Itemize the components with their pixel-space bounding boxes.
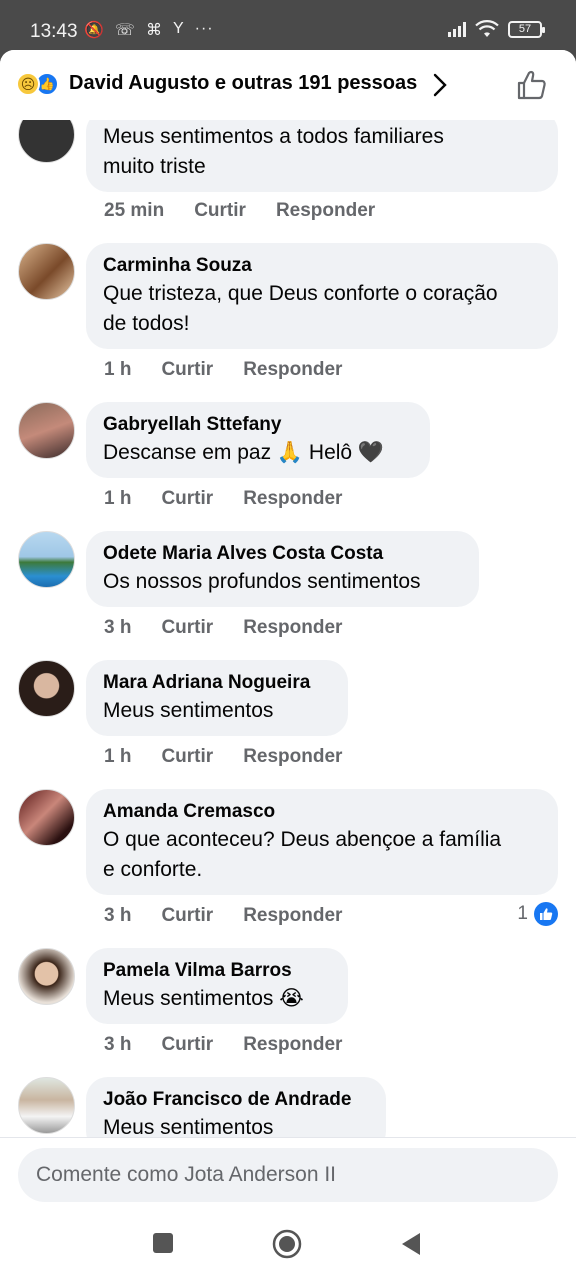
clock: 13:43 bbox=[30, 21, 78, 42]
home-icon[interactable] bbox=[272, 1229, 302, 1259]
commenter-name[interactable]: João Francisco de Andrade bbox=[103, 1087, 368, 1113]
comment-text: Descanse em paz 🙏 Helô 🖤 bbox=[103, 441, 385, 464]
like-count-number: 1 bbox=[517, 903, 528, 924]
comment-time: 1 h bbox=[104, 488, 132, 509]
reactions-summary[interactable]: David Augusto e outras 191 pessoas bbox=[69, 72, 417, 95]
comment-bubble[interactable]: Carminha Souza Que tristeza, que Deus co… bbox=[86, 243, 558, 349]
comment-like-count[interactable]: 1 bbox=[517, 902, 558, 926]
commenter-name[interactable]: Amanda Cremasco bbox=[103, 799, 540, 825]
like-link[interactable]: Curtir bbox=[161, 905, 213, 927]
comment-time: 3 h bbox=[104, 1034, 132, 1055]
like-link[interactable]: Curtir bbox=[161, 488, 213, 510]
comment-actions: 1 h Curtir Responder bbox=[104, 746, 342, 768]
commenter-name[interactable]: Pamela Vilma Barros bbox=[103, 958, 330, 984]
commenter-name[interactable]: Mara Adriana Nogueira bbox=[103, 670, 330, 696]
comment-actions: 3 h Curtir Responder bbox=[104, 905, 342, 927]
avatar[interactable] bbox=[18, 948, 75, 1005]
avatar[interactable] bbox=[18, 789, 75, 846]
avatar[interactable] bbox=[18, 243, 75, 300]
system-nav-bar bbox=[0, 1210, 576, 1280]
like-link[interactable]: Curtir bbox=[161, 1034, 213, 1056]
avatar[interactable] bbox=[18, 402, 75, 459]
status-icons: 🔕 ☏ ⌘ Y ··· bbox=[84, 20, 214, 40]
reply-link[interactable]: Responder bbox=[276, 200, 375, 222]
nfc-icon: ⌘ bbox=[145, 22, 163, 39]
like-link[interactable]: Curtir bbox=[161, 359, 213, 381]
avatar[interactable] bbox=[18, 660, 75, 717]
reply-link[interactable]: Responder bbox=[243, 359, 342, 381]
comment-text: muito triste bbox=[103, 155, 206, 178]
commenter-name[interactable]: Odete Maria Alves Costa Costa bbox=[103, 541, 461, 567]
comment-bubble[interactable]: Gabryellah Sttefany Descanse em paz 🙏 He… bbox=[86, 402, 430, 478]
comment-bubble[interactable]: Pamela Vilma Barros Meus sentimentos 😭 bbox=[86, 948, 348, 1024]
commenter-name[interactable]: Carminha Souza bbox=[103, 253, 540, 279]
comment-text: de todos! bbox=[103, 312, 190, 335]
comment-time: 1 h bbox=[104, 359, 132, 380]
call-icon: ☏ bbox=[114, 22, 136, 39]
chevron-right-icon[interactable] bbox=[432, 72, 448, 98]
sad-reaction-icon: ☹ bbox=[16, 72, 40, 96]
mute-icon: 🔕 bbox=[84, 22, 105, 39]
signal-icon bbox=[448, 21, 466, 37]
comment-actions: 3 h Curtir Responder bbox=[104, 617, 342, 639]
more-dots-icon: ··· bbox=[194, 20, 214, 37]
commenter-name[interactable]: Gabryellah Sttefany bbox=[103, 412, 412, 438]
avatar[interactable] bbox=[18, 531, 75, 588]
like-button-icon[interactable] bbox=[514, 68, 548, 102]
comment-text: O que aconteceu? Deus abençoe a família bbox=[103, 828, 502, 851]
comment-time: 1 h bbox=[104, 746, 132, 767]
comment-text: Que tristeza, que Deus conforte o coraçã… bbox=[103, 282, 498, 305]
comment-text: e conforte. bbox=[103, 858, 203, 881]
data-icon: Y bbox=[172, 20, 185, 37]
comment-text: Os nossos profundos sentimentos bbox=[103, 570, 421, 593]
comment-composer bbox=[0, 1137, 576, 1210]
like-link[interactable]: Curtir bbox=[161, 617, 213, 639]
comment-actions: 25 min Curtir Responder bbox=[104, 200, 375, 222]
reply-link[interactable]: Responder bbox=[243, 488, 342, 510]
recents-icon[interactable] bbox=[152, 1232, 174, 1254]
system-indicators: 57 bbox=[448, 20, 545, 38]
comment-bubble[interactable]: Mara Adriana Nogueira Meus sentimentos bbox=[86, 660, 348, 736]
status-bar: 13:43 🔕 ☏ ⌘ Y ··· 57 bbox=[0, 0, 576, 52]
comment-actions: 1 h Curtir Responder bbox=[104, 488, 342, 510]
comment-time: 3 h bbox=[104, 905, 132, 926]
reaction-icons: ☹ 👍 bbox=[16, 72, 59, 96]
battery-icon: 57 bbox=[508, 20, 545, 38]
comment-actions: 3 h Curtir Responder bbox=[104, 1034, 342, 1056]
reply-link[interactable]: Responder bbox=[243, 746, 342, 768]
comment-bubble[interactable]: Odete Maria Alves Costa Costa Os nossos … bbox=[86, 531, 479, 607]
comment-text: Meus sentimentos bbox=[103, 699, 274, 722]
reactions-header[interactable]: ☹ 👍 David Augusto e outras 191 pessoas bbox=[0, 50, 576, 120]
comment-actions: 1 h Curtir Responder bbox=[104, 359, 342, 381]
comment-time: 3 h bbox=[104, 617, 132, 638]
comment-text: Meus sentimentos a todos familiares bbox=[103, 125, 444, 148]
comment-bubble[interactable]: Meus sentimentos a todos familiares muit… bbox=[86, 110, 558, 192]
comment-text: Meus sentimentos 😭 bbox=[103, 987, 304, 1010]
reply-link[interactable]: Responder bbox=[243, 905, 342, 927]
like-link[interactable]: Curtir bbox=[194, 200, 246, 222]
like-reaction-icon bbox=[534, 902, 558, 926]
reply-link[interactable]: Responder bbox=[243, 1034, 342, 1056]
avatar[interactable] bbox=[18, 1077, 75, 1134]
back-icon[interactable] bbox=[400, 1232, 422, 1256]
reply-link[interactable]: Responder bbox=[243, 617, 342, 639]
comment-bubble[interactable]: Amanda Cremasco O que aconteceu? Deus ab… bbox=[86, 789, 558, 895]
wifi-icon bbox=[475, 20, 499, 37]
comments-sheet: ☹ 👍 David Augusto e outras 191 pessoas M… bbox=[0, 50, 576, 1210]
like-link[interactable]: Curtir bbox=[161, 746, 213, 768]
comment-input[interactable] bbox=[18, 1148, 558, 1202]
comment-time: 25 min bbox=[104, 200, 165, 221]
